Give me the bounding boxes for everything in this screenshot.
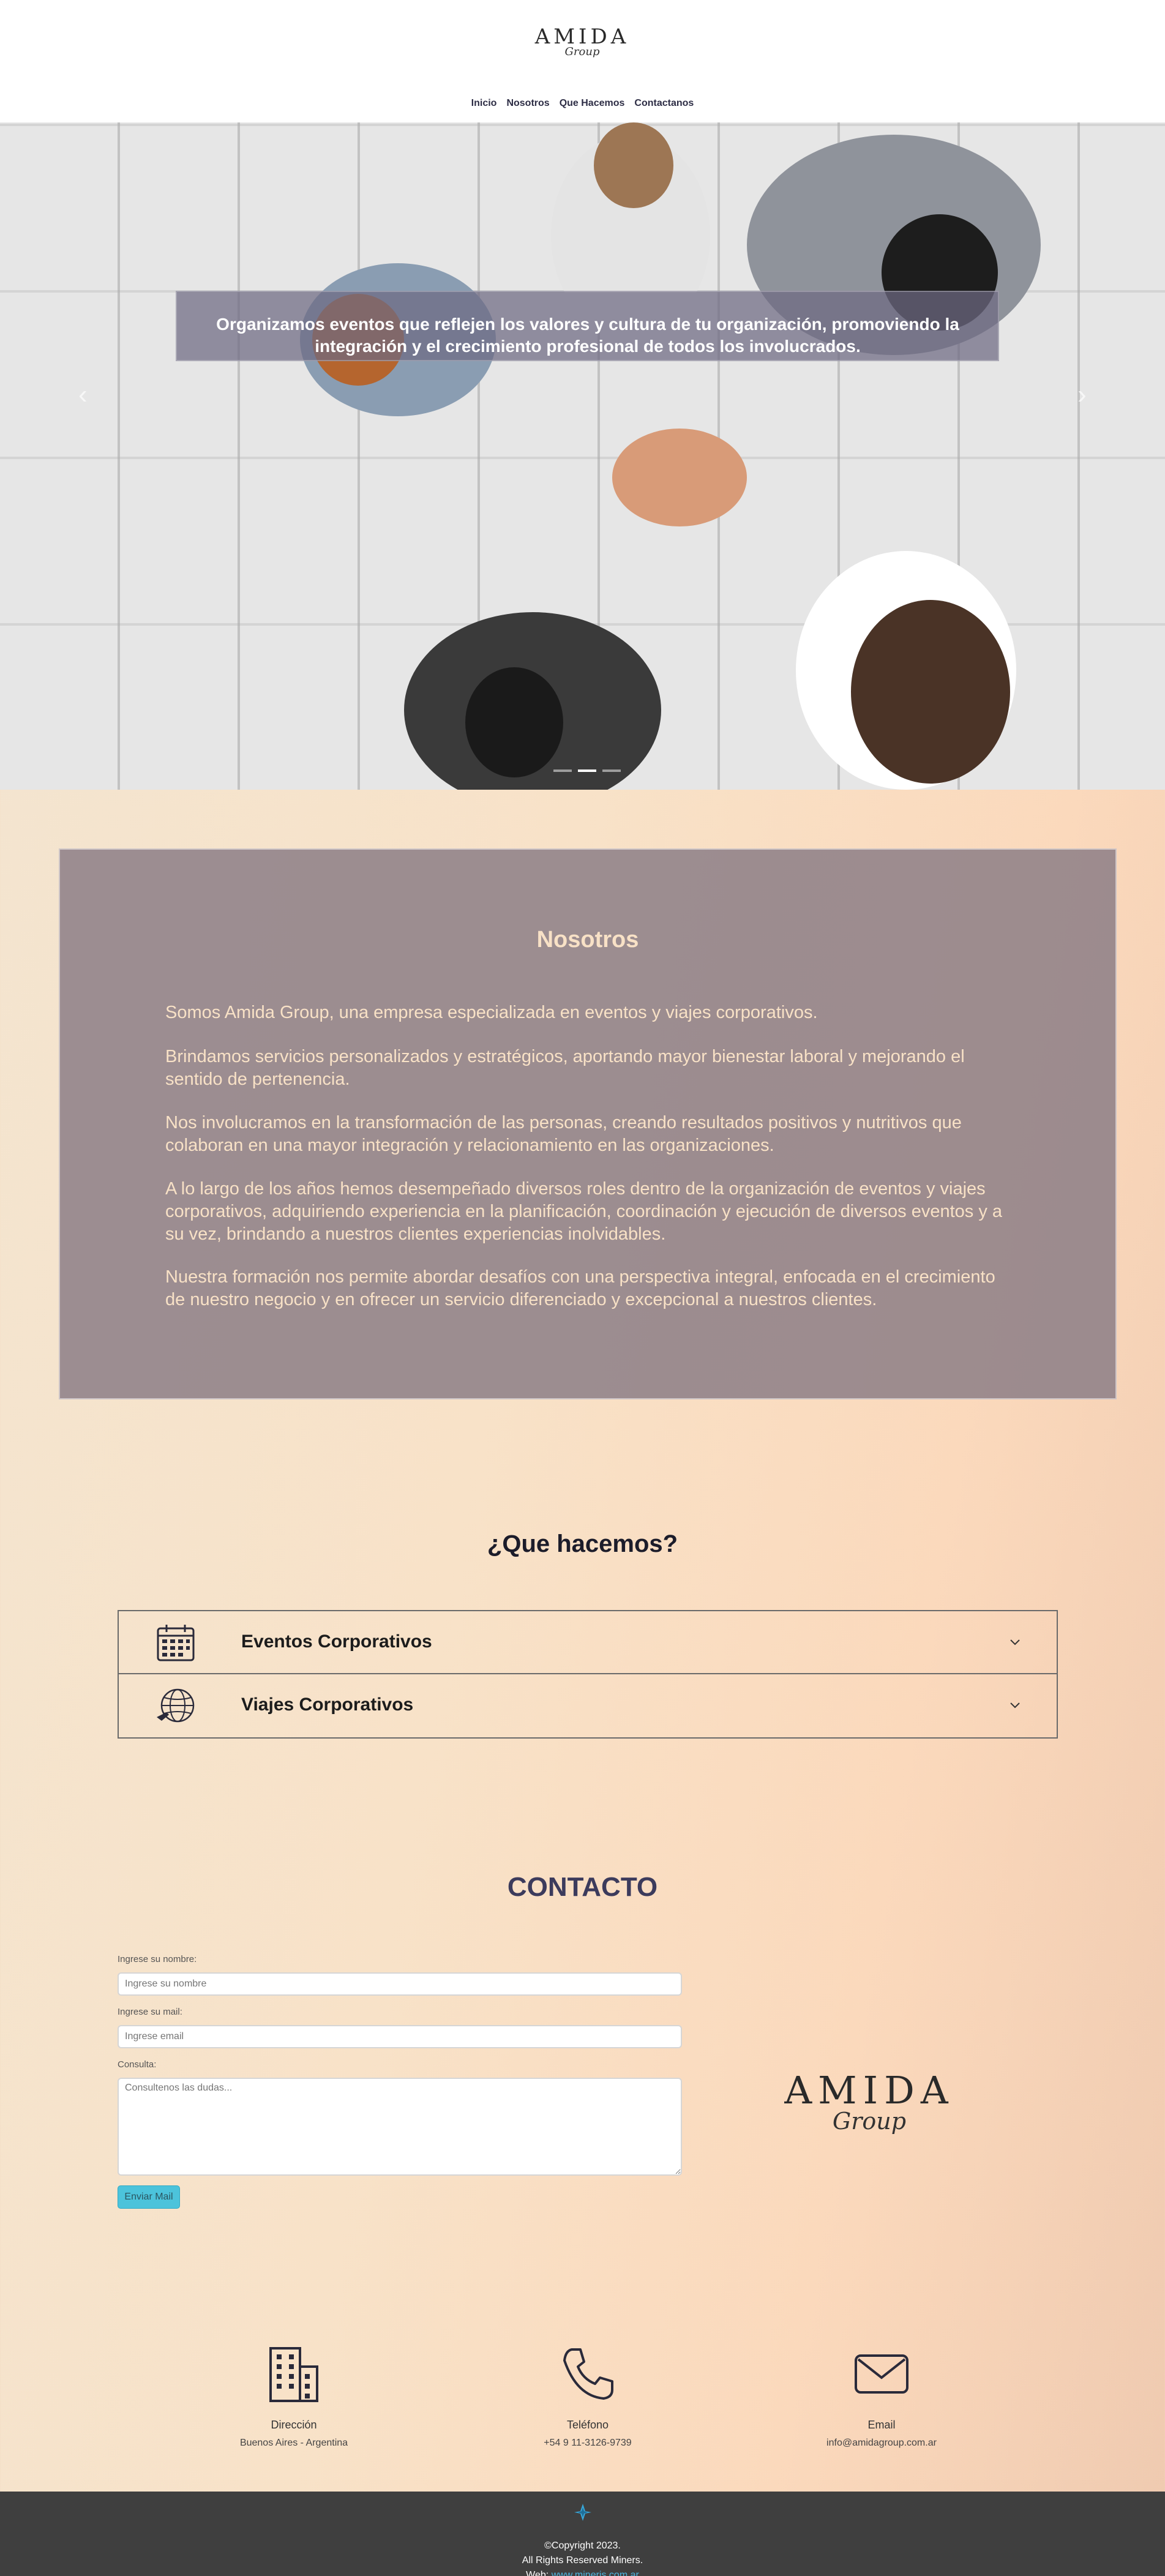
chevron-down-icon: [1010, 1639, 1020, 1646]
footer-copyright: ©Copyright 2023.: [544, 2540, 621, 2551]
name-input[interactable]: [118, 1972, 682, 1996]
info-value: Buenos Aires - Argentina: [239, 2438, 348, 2448]
nosotros-title: Nosotros: [536, 927, 639, 953]
site-footer: ©Copyright 2023. All Rights Reserved Min…: [0, 2492, 1165, 2576]
query-label: Consulta:: [118, 2059, 157, 2070]
accordion-item-eventos[interactable]: Eventos Corporativos: [119, 1611, 1057, 1674]
hero-caption: Organizamos eventos que reflejen los val…: [216, 315, 959, 356]
hero-photo-hands: [612, 429, 747, 526]
nosotros-paragraph: Somos Amida Group, una empresa especiali…: [165, 1003, 818, 1022]
carousel-indicator-active[interactable]: [578, 769, 596, 772]
nav-contactanos[interactable]: Contactanos: [634, 98, 694, 109]
que-hacemos-title: ¿Que hacemos?: [487, 1530, 678, 1557]
carousel-indicator[interactable]: [602, 769, 621, 772]
site-header: AMIDA Group Inicio Nosotros Que Hacemos …: [0, 0, 1165, 122]
info-title: Dirección: [271, 2419, 317, 2431]
info-telefono: Teléfono +54 9 11-3126-9739: [435, 2345, 741, 2449]
info-title: Teléfono: [566, 2419, 609, 2431]
nosotros-paragraph: Nos involucramos en la transformación de…: [165, 1113, 962, 1155]
info-title: Email: [867, 2419, 896, 2431]
chevron-down-icon: [1010, 1702, 1020, 1709]
info-email: Email info@amidagroup.com.ar: [729, 2345, 1035, 2449]
query-textarea[interactable]: [118, 2078, 682, 2176]
info-direccion: Dirección Buenos Aires - Argentina: [141, 2345, 447, 2449]
nav-inicio[interactable]: Inicio: [471, 98, 497, 109]
hero-photo-person: [851, 600, 1010, 784]
info-value[interactable]: info@amidagroup.com.ar: [729, 2438, 1035, 2449]
hero-carousel: ‹ ›: [0, 122, 1165, 790]
nosotros-paragraph: A lo largo de los años hemos desempeñado…: [165, 1179, 1003, 1244]
calendar-icon: [157, 1625, 195, 1661]
mail-label: Ingrese su mail:: [118, 2007, 182, 2017]
logo-word: AMIDA: [784, 2068, 954, 2113]
carousel-indicator[interactable]: [553, 769, 572, 772]
building-icon: [269, 2347, 318, 2402]
nav-que-hacemos[interactable]: Que Hacemos: [560, 98, 625, 109]
footer-web-link[interactable]: www.mineris.com.ar: [552, 2570, 639, 2576]
footer-rights: All Rights Reserved Miners.: [522, 2555, 643, 2566]
carousel-prev-icon[interactable]: ‹: [78, 380, 88, 410]
carousel-next-icon[interactable]: ›: [1077, 380, 1087, 410]
nosotros-paragraph: Brindamos servicios personalizados y est…: [165, 1047, 965, 1089]
carousel-indicators: [553, 769, 621, 772]
hero-photo-person: [465, 667, 563, 777]
email-input[interactable]: [118, 2025, 682, 2048]
nosotros-section: Nosotros Somos Amida Group, una empresa …: [59, 848, 1117, 1399]
main-nav: Inicio Nosotros Que Hacemos Contactanos: [0, 98, 1165, 109]
globe-plane-icon: [157, 1688, 195, 1723]
nosotros-paragraph: Nuestra formación nos permite abordar de…: [165, 1267, 995, 1309]
info-value[interactable]: +54 9 11-3126-9739: [435, 2438, 741, 2449]
accordion-item-viajes[interactable]: Viajes Corporativos: [119, 1674, 1057, 1737]
contacto-title: CONTACTO: [507, 1872, 658, 1902]
envelope-icon: [855, 2354, 908, 2394]
phone-icon: [563, 2348, 613, 2400]
send-mail-button[interactable]: Enviar Mail: [118, 2185, 180, 2209]
accordion-label: Eventos Corporativos: [241, 1631, 432, 1652]
header-logo[interactable]: AMIDA Group: [521, 24, 643, 58]
hero-photo-person: [594, 122, 673, 208]
name-label: Ingrese su nombre:: [118, 1954, 197, 1964]
footer-web: Web: www.mineris.com.ar: [0, 2570, 1165, 2576]
mineris-logo-icon: [574, 2504, 591, 2521]
services-accordion: Eventos Corporativos Viajes Corporativos: [118, 1610, 1058, 1739]
footer-web-label: Web:: [526, 2570, 549, 2576]
nav-nosotros[interactable]: Nosotros: [506, 98, 549, 109]
accordion-label: Viajes Corporativos: [241, 1694, 414, 1715]
contact-logo: AMIDA Group: [771, 2068, 967, 2135]
